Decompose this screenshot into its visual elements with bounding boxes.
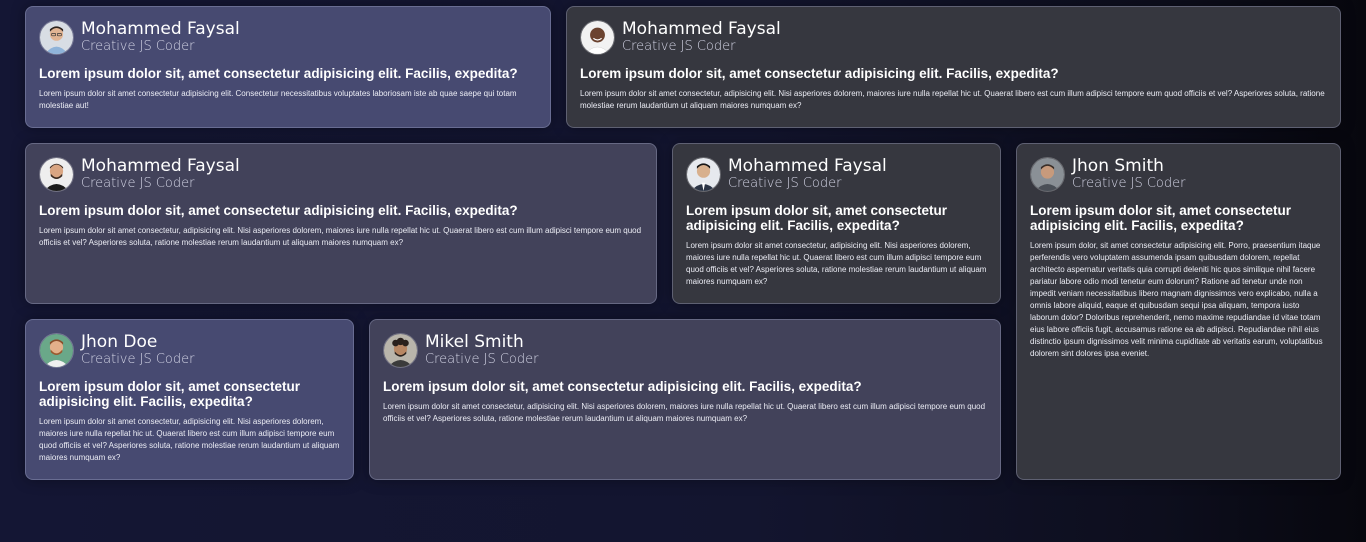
testimonial-body: Lorem ipsum dolor sit amet consectetur, … [39, 226, 642, 247]
author-role: Creative JS Coder [81, 38, 195, 54]
testimonial-body: Lorem ipsum dolor sit amet consectetur, … [580, 89, 1325, 110]
author: Jhon Doe Creative JS Coder [81, 331, 195, 368]
testimonial-body: Lorem ipsum dolor, sit amet consectetur … [1030, 241, 1323, 358]
testimonial-headline: Lorem ipsum dolor sit, amet consectetur … [39, 66, 518, 81]
author-role: Creative JS Coder [728, 175, 842, 191]
testimonial-headline: Lorem ipsum dolor sit, amet consectetur … [580, 66, 1059, 81]
author-name: Mohammed Faysal [81, 18, 240, 39]
author-role: Creative JS Coder [81, 175, 195, 191]
card-header: Mikel Smith Creative JS Coder [383, 332, 987, 368]
author-name: Jhon Doe [81, 331, 158, 352]
card-header: Mohammed Faysal Creative JS Coder [580, 19, 1327, 55]
card-header: Jhon Doe Creative JS Coder [39, 332, 340, 368]
testimonial-card: Jhon Smith Creative JS Coder Lorem ipsum… [1016, 143, 1341, 480]
testimonial-body: Lorem ipsum dolor sit amet consectetur, … [39, 417, 340, 462]
author-name: Jhon Smith [1072, 155, 1164, 176]
author-role: Creative JS Coder [81, 351, 195, 367]
testimonial-card: Jhon Doe Creative JS Coder Lorem ipsum d… [25, 319, 354, 480]
avatar-man-smiling-icon [580, 19, 615, 55]
author-role: Creative JS Coder [622, 38, 736, 54]
testimonial-headline: Lorem ipsum dolor sit, amet consectetur … [686, 203, 948, 233]
author: Mikel Smith Creative JS Coder [425, 331, 539, 368]
testimonial-card: Mohammed Faysal Creative JS Coder Lorem … [25, 143, 657, 304]
card-header: Mohammed Faysal Creative JS Coder [39, 19, 537, 55]
avatar-man-suit-icon [686, 156, 721, 192]
testimonial-card: Mohammed Faysal Creative JS Coder Lorem … [566, 6, 1341, 128]
author-name: Mohammed Faysal [622, 18, 781, 39]
avatar-man-red-beard-icon [39, 332, 74, 368]
testimonial-headline: Lorem ipsum dolor sit, amet consectetur … [39, 203, 518, 218]
author: Mohammed Faysal Creative JS Coder [81, 155, 240, 192]
author: Mohammed Faysal Creative JS Coder [81, 18, 240, 55]
card-header: Mohammed Faysal Creative JS Coder [39, 156, 643, 192]
author: Jhon Smith Creative JS Coder [1072, 155, 1186, 192]
testimonial-body: Lorem ipsum dolor sit amet consectetur a… [39, 89, 517, 110]
testimonial-card: Mohammed Faysal Creative JS Coder Lorem … [25, 6, 551, 128]
author-role: Creative JS Coder [425, 351, 539, 367]
card-header: Jhon Smith Creative JS Coder [1030, 156, 1327, 192]
avatar-man-short-hair-icon [1030, 156, 1065, 192]
testimonial-body: Lorem ipsum dolor sit amet consectetur, … [686, 241, 987, 286]
testimonial-body: Lorem ipsum dolor sit amet consectetur, … [383, 402, 986, 423]
author-name: Mohammed Faysal [81, 155, 240, 176]
avatar-man-curly-hair-icon [383, 332, 418, 368]
card-header: Mohammed Faysal Creative JS Coder [686, 156, 987, 192]
testimonial-headline: Lorem ipsum dolor sit, amet consectetur … [1030, 203, 1292, 233]
author: Mohammed Faysal Creative JS Coder [728, 155, 887, 192]
avatar-man-beard-icon [39, 156, 74, 192]
testimonial-card: Mikel Smith Creative JS Coder Lorem ipsu… [369, 319, 1001, 480]
avatar-man-glasses-icon [39, 19, 74, 55]
testimonial-headline: Lorem ipsum dolor sit, amet consectetur … [39, 379, 301, 409]
author-role: Creative JS Coder [1072, 175, 1186, 191]
author: Mohammed Faysal Creative JS Coder [622, 18, 781, 55]
author-name: Mohammed Faysal [728, 155, 887, 176]
testimonial-headline: Lorem ipsum dolor sit, amet consectetur … [383, 379, 862, 394]
author-name: Mikel Smith [425, 331, 524, 352]
testimonial-card: Mohammed Faysal Creative JS Coder Lorem … [672, 143, 1001, 304]
